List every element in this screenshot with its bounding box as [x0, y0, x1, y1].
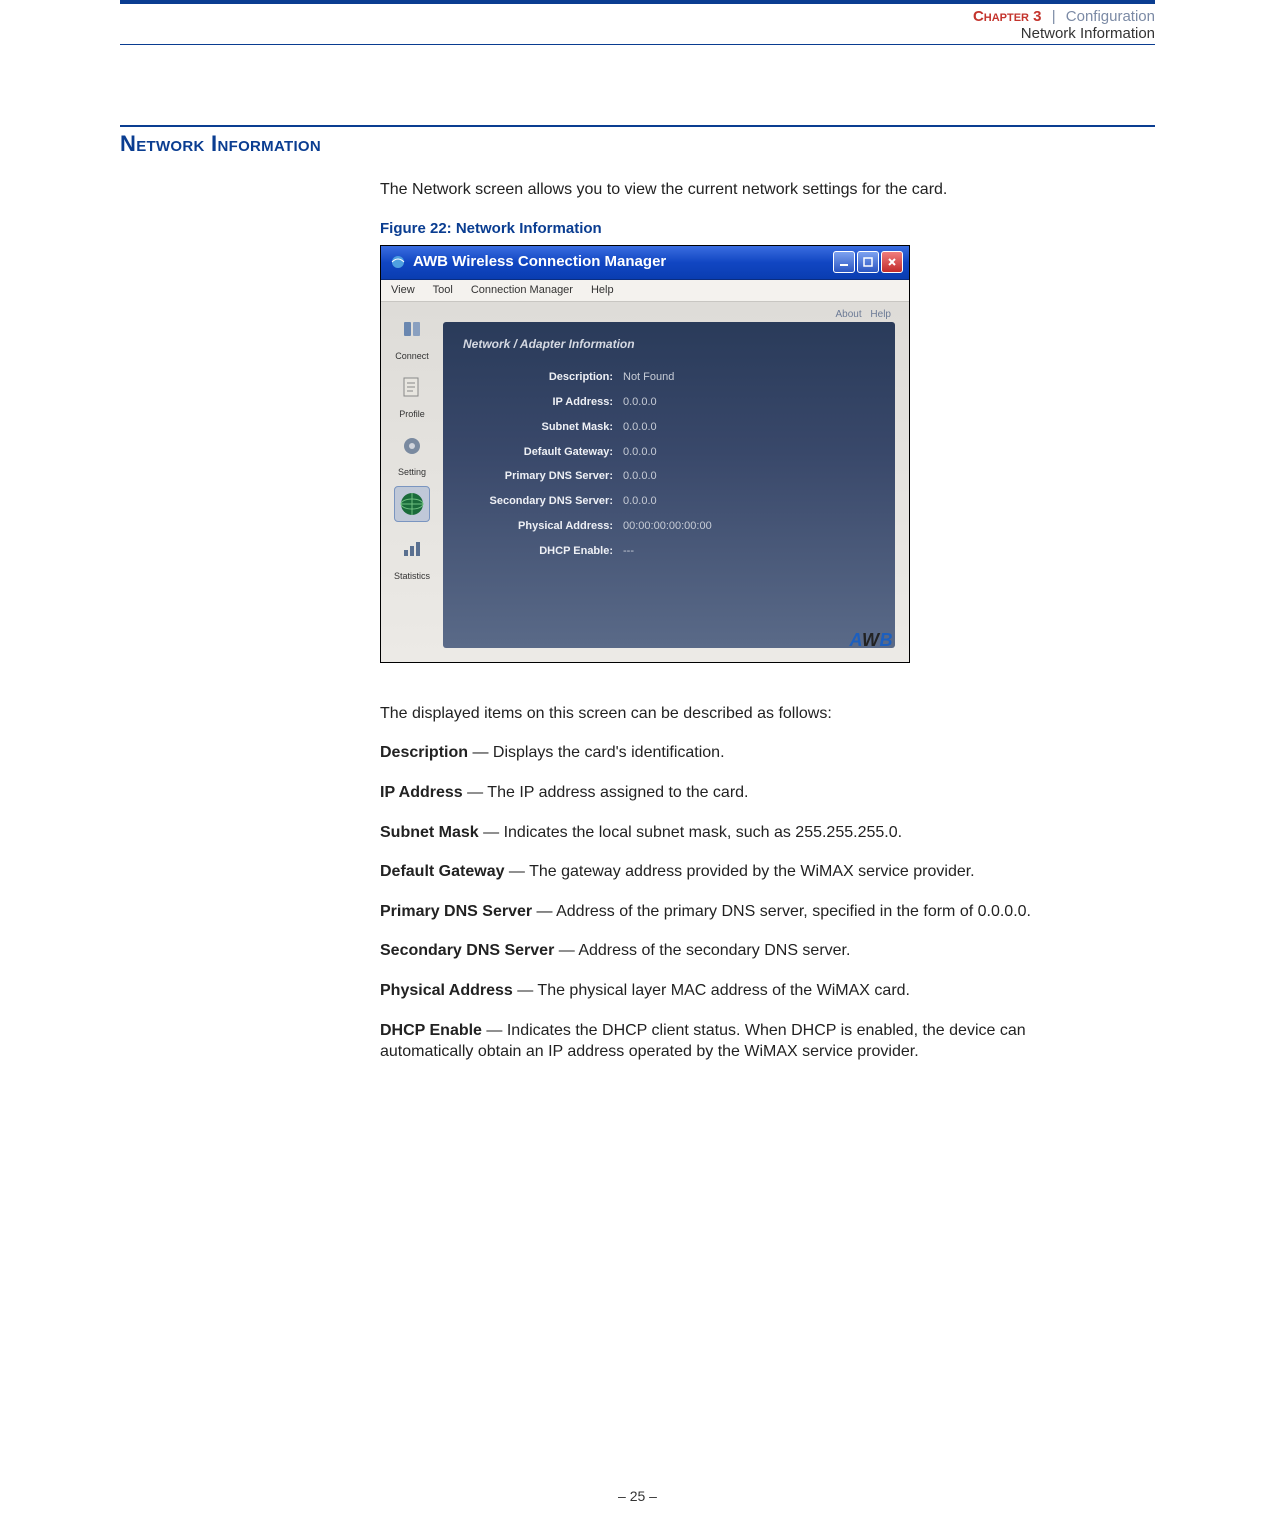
- network-icon: [394, 486, 430, 522]
- definition-text: — Address of the primary DNS server, spe…: [532, 903, 1031, 920]
- field-label: Secondary DNS Server:: [463, 494, 623, 509]
- definition-item: Subnet Mask — Indicates the local subnet…: [380, 822, 1080, 844]
- close-button[interactable]: [881, 251, 903, 273]
- field-value: ---: [623, 544, 634, 559]
- chapter-label: Chapter 3: [973, 8, 1042, 25]
- definition-text: — The physical layer MAC address of the …: [513, 982, 910, 999]
- intro-paragraph: The Network screen allows you to view th…: [380, 179, 1080, 201]
- definition-term: Subnet Mask: [380, 824, 479, 841]
- sidebar: Connect Profile Setting: [381, 302, 443, 662]
- app-body: About Help Connect Profile: [381, 302, 909, 662]
- field-value: 0.0.0.0: [623, 420, 657, 435]
- window-titlebar: AWB Wireless Connection Manager: [381, 246, 909, 280]
- definitions-list: Description — Displays the card's identi…: [380, 742, 1080, 1062]
- window-controls: [833, 251, 903, 273]
- definition-term: Physical Address: [380, 982, 513, 999]
- header-sub: Network Information: [1021, 25, 1155, 42]
- link-help[interactable]: Help: [870, 309, 891, 320]
- field-row: Default Gateway:0.0.0.0: [463, 445, 875, 460]
- field-value: 0.0.0.0: [623, 395, 657, 410]
- definition-item: Default Gateway — The gateway address pr…: [380, 861, 1080, 883]
- menu-bar: View Tool Connection Manager Help: [381, 280, 909, 302]
- logo-a: A: [849, 630, 862, 650]
- setting-icon: [394, 428, 430, 464]
- field-label: Default Gateway:: [463, 445, 623, 460]
- figure-caption: Figure 22: Network Information: [380, 219, 1080, 239]
- panel-title: Network / Adapter Information: [463, 336, 875, 352]
- field-label: DHCP Enable:: [463, 544, 623, 559]
- field-row: Secondary DNS Server:0.0.0.0: [463, 494, 875, 509]
- field-row: Description:Not Found: [463, 370, 875, 385]
- header-config: Configuration: [1066, 8, 1155, 25]
- definition-term: Secondary DNS Server: [380, 942, 554, 959]
- app-icon: [389, 253, 407, 271]
- sidebar-label: Setting: [385, 466, 439, 478]
- definition-item: Physical Address — The physical layer MA…: [380, 980, 1080, 1002]
- section-rule: [120, 125, 1155, 127]
- page-number: – 25 –: [0, 1488, 1275, 1504]
- statistics-icon: [394, 532, 430, 568]
- menu-help[interactable]: Help: [591, 283, 614, 298]
- info-panel: Network / Adapter Information Descriptio…: [443, 322, 895, 648]
- field-row: Subnet Mask:0.0.0.0: [463, 420, 875, 435]
- definition-text: — Address of the secondary DNS server.: [554, 942, 850, 959]
- definition-text: — Indicates the local subnet mask, such …: [479, 824, 902, 841]
- definition-term: Description: [380, 744, 468, 761]
- app-window: AWB Wireless Connection Manager View Too…: [380, 245, 910, 663]
- menu-tool[interactable]: Tool: [433, 283, 453, 298]
- sidebar-item-statistics[interactable]: Statistics: [385, 532, 439, 582]
- field-value: 0.0.0.0: [623, 469, 657, 484]
- menu-view[interactable]: View: [391, 283, 415, 298]
- definition-text: — The IP address assigned to the card.: [463, 784, 749, 801]
- sidebar-item-setting[interactable]: Setting: [385, 428, 439, 478]
- sidebar-item-network[interactable]: [385, 486, 439, 524]
- field-value: 00:00:00:00:00:00: [623, 519, 712, 534]
- definition-term: Primary DNS Server: [380, 903, 532, 920]
- profile-icon: [394, 370, 430, 406]
- definition-term: Default Gateway: [380, 863, 504, 880]
- field-value: 0.0.0.0: [623, 445, 657, 460]
- link-about[interactable]: About: [836, 309, 862, 320]
- definition-item: Secondary DNS Server — Address of the se…: [380, 940, 1080, 962]
- window-title: AWB Wireless Connection Manager: [413, 252, 666, 272]
- definition-item: Description — Displays the card's identi…: [380, 742, 1080, 764]
- field-label: Subnet Mask:: [463, 420, 623, 435]
- sidebar-item-profile[interactable]: Profile: [385, 370, 439, 420]
- logo-b: B: [880, 630, 894, 650]
- definition-term: IP Address: [380, 784, 463, 801]
- field-row: Primary DNS Server:0.0.0.0: [463, 469, 875, 484]
- definition-term: DHCP Enable: [380, 1022, 482, 1039]
- sidebar-label: Profile: [385, 408, 439, 420]
- connect-icon: [394, 312, 430, 348]
- field-row: DHCP Enable:---: [463, 544, 875, 559]
- post-figure-text: The displayed items on this screen can b…: [380, 703, 1080, 725]
- field-label: Primary DNS Server:: [463, 469, 623, 484]
- field-label: Physical Address:: [463, 519, 623, 534]
- definition-item: DHCP Enable — Indicates the DHCP client …: [380, 1020, 1080, 1063]
- logo-w: W: [862, 630, 880, 650]
- minimize-button[interactable]: [833, 251, 855, 273]
- definition-text: — The gateway address provided by the Wi…: [504, 863, 974, 880]
- page-header: Chapter 3 | Configuration Network Inform…: [120, 0, 1155, 45]
- sidebar-item-connect[interactable]: Connect: [385, 312, 439, 362]
- definition-item: Primary DNS Server — Address of the prim…: [380, 901, 1080, 923]
- menu-connection-manager[interactable]: Connection Manager: [471, 283, 573, 298]
- header-separator: |: [1052, 8, 1056, 25]
- section-title: Network Information: [120, 131, 1155, 157]
- sidebar-label: Connect: [385, 350, 439, 362]
- field-value: Not Found: [623, 370, 674, 385]
- sidebar-label: Statistics: [385, 570, 439, 582]
- field-value: 0.0.0.0: [623, 494, 657, 509]
- field-row: Physical Address:00:00:00:00:00:00: [463, 519, 875, 534]
- top-links: About Help: [830, 308, 892, 322]
- field-label: IP Address:: [463, 395, 623, 410]
- field-label: Description:: [463, 370, 623, 385]
- definition-item: IP Address — The IP address assigned to …: [380, 782, 1080, 804]
- maximize-button[interactable]: [857, 251, 879, 273]
- field-row: IP Address:0.0.0.0: [463, 395, 875, 410]
- definition-text: — Displays the card's identification.: [468, 744, 725, 761]
- brand-logo: AWB: [849, 628, 893, 652]
